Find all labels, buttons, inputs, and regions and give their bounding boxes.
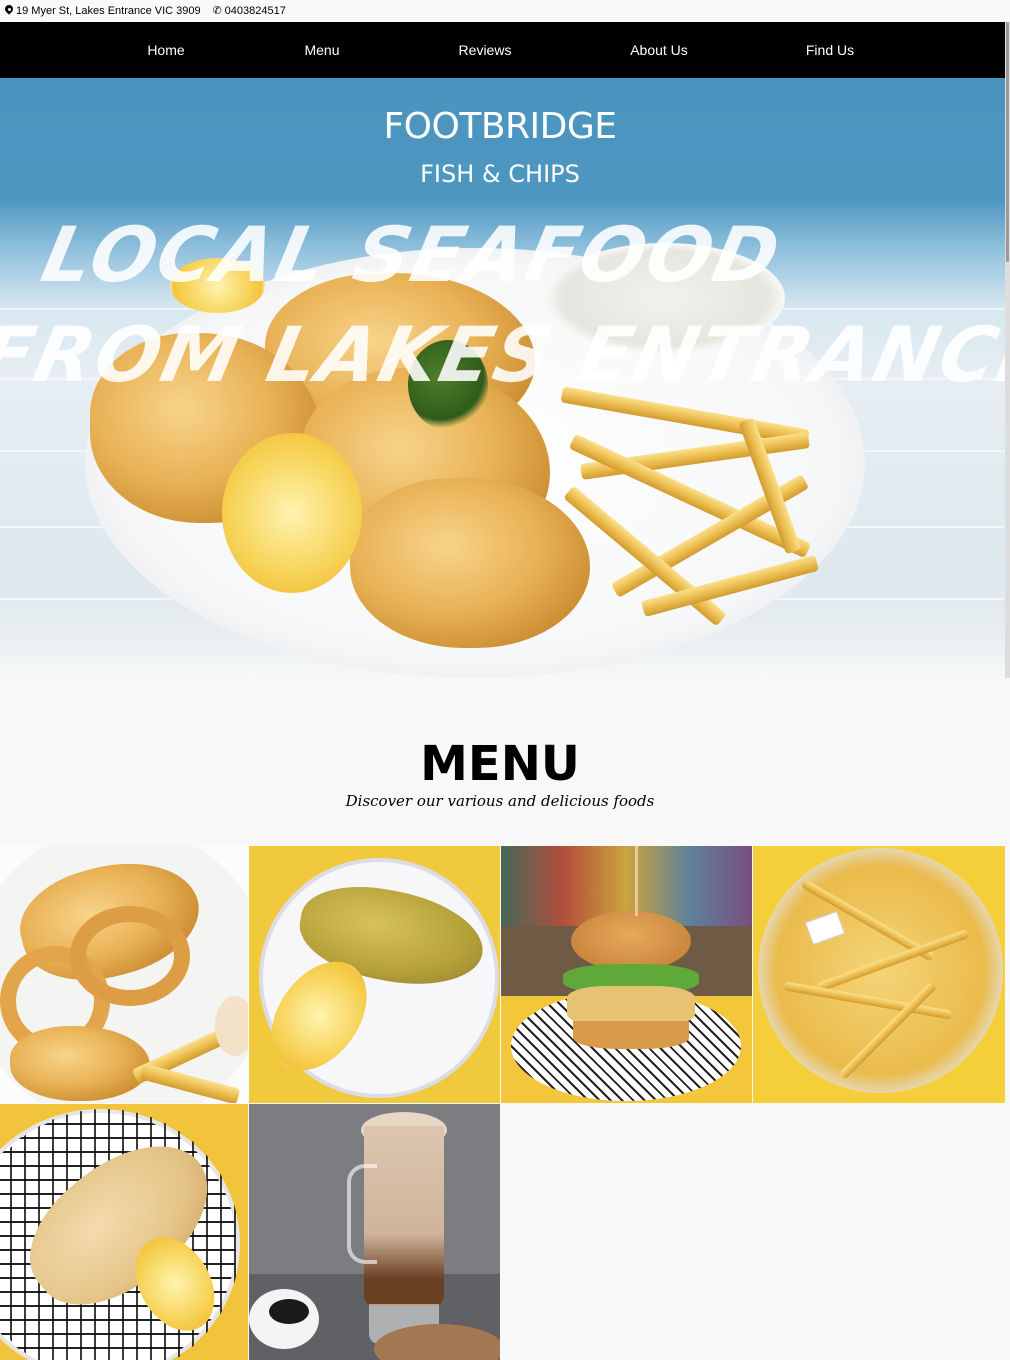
nav-home[interactable]: Home bbox=[147, 22, 184, 78]
nav-about-us[interactable]: About Us bbox=[630, 22, 688, 78]
contact-strip: 19 Myer St, Lakes Entrance VIC 3909 ✆ 04… bbox=[0, 0, 1010, 22]
hero-slogan-line2: FROM LAKES ENTRANCE bbox=[0, 310, 1005, 399]
scrollbar-thumb[interactable] bbox=[1006, 22, 1009, 262]
menu-item-bubble-tea[interactable] bbox=[249, 1104, 500, 1360]
hero-banner: FOOTBRIDGE FISH & CHIPS LOCAL SEAFOOD FR… bbox=[0, 78, 1005, 678]
address-item[interactable]: 19 Myer St, Lakes Entrance VIC 3909 bbox=[4, 5, 201, 17]
brand-name: FOOTBRIDGE bbox=[383, 106, 617, 147]
menu-heading: MENU bbox=[420, 736, 580, 792]
address-text: 19 Myer St, Lakes Entrance VIC 3909 bbox=[16, 5, 201, 17]
nav-reviews[interactable]: Reviews bbox=[459, 22, 512, 78]
phone-icon: ✆ bbox=[212, 5, 222, 17]
brand-tagline: FISH & CHIPS bbox=[420, 160, 580, 188]
map-pin-icon bbox=[4, 5, 14, 17]
nav-find-us[interactable]: Find Us bbox=[806, 22, 854, 78]
phone-item[interactable]: ✆ 0403824517 bbox=[213, 5, 286, 17]
main-nav: Home Menu Reviews About Us Find Us bbox=[0, 22, 1005, 78]
nav-menu[interactable]: Menu bbox=[304, 22, 339, 78]
menu-item-battered-fish[interactable] bbox=[249, 846, 500, 1103]
hero-slogan-line1: LOCAL SEAFOOD bbox=[34, 210, 789, 299]
menu-item-grilled-fish[interactable] bbox=[0, 1104, 248, 1360]
menu-item-fish-burger[interactable] bbox=[501, 846, 752, 1103]
menu-item-seafood-basket[interactable] bbox=[0, 846, 248, 1103]
menu-item-chips[interactable] bbox=[753, 846, 1005, 1103]
lemon-wedge bbox=[222, 433, 362, 593]
menu-subtitle: Discover our various and delicious foods bbox=[345, 792, 655, 810]
phone-text: 0403824517 bbox=[224, 5, 286, 17]
